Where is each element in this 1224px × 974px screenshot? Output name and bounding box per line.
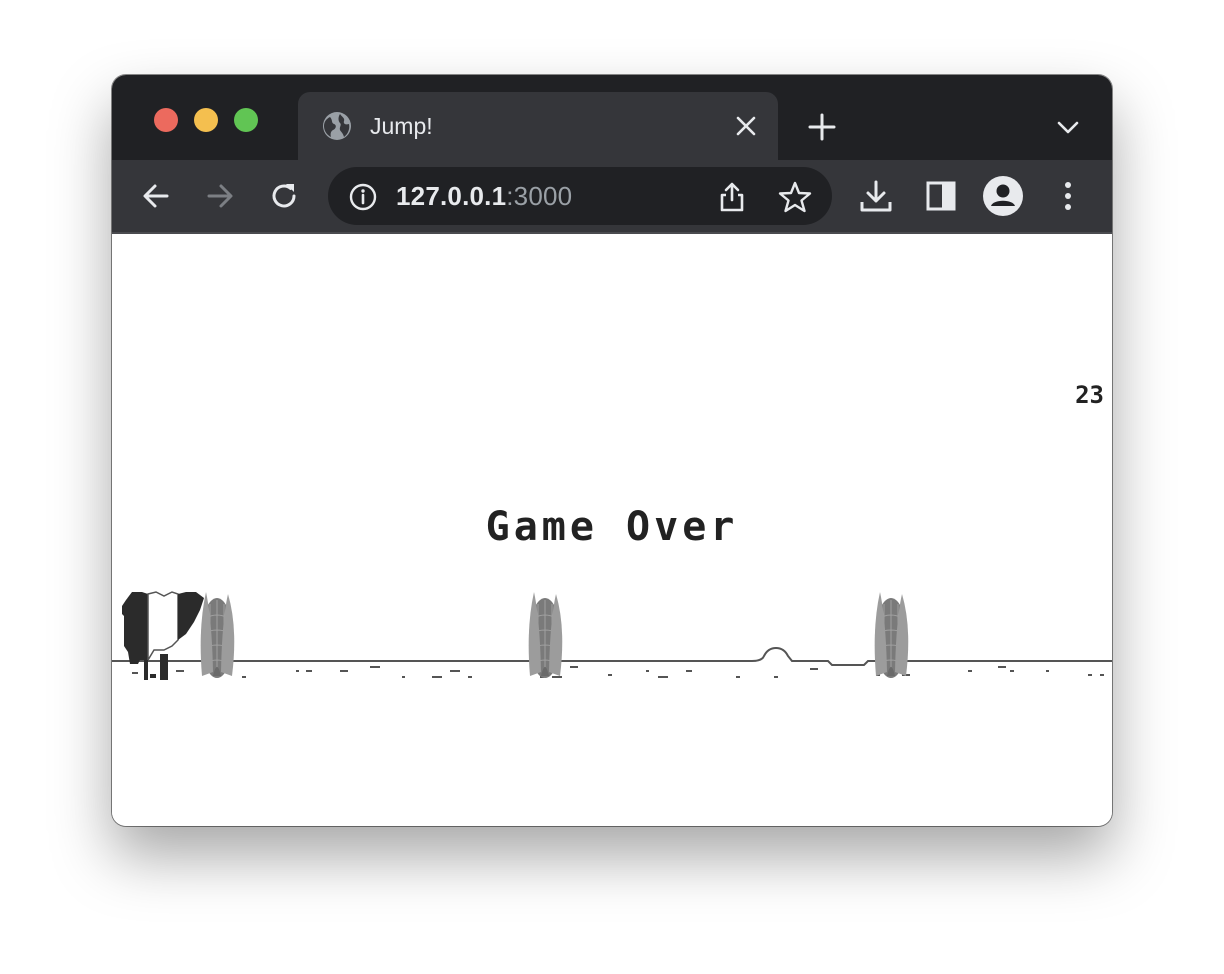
side-panel-icon[interactable]: [924, 179, 958, 213]
url-text[interactable]: 127.0.0.1:3000: [396, 181, 572, 211]
ground-track: [112, 646, 1112, 678]
bookmark-star-icon[interactable]: [778, 180, 812, 214]
browser-toolbar: 127.0.0.1:3000: [112, 160, 1112, 234]
game-over-message: Game Over: [485, 504, 739, 550]
tab-title: Jump!: [370, 113, 433, 139]
new-tab-icon[interactable]: [806, 111, 838, 143]
corn-obstacle-2: [528, 592, 563, 678]
zoom-window-button[interactable]: [234, 108, 258, 132]
corn-obstacle-3: [874, 592, 909, 678]
url-port: :3000: [506, 181, 573, 211]
tab-jump[interactable]: Jump!: [298, 92, 778, 160]
minimize-window-button[interactable]: [194, 108, 218, 132]
tab-search-chevron-icon[interactable]: [1054, 113, 1082, 141]
browser-window: Jump! 127.0.0.1:3000 23 Game Over: [112, 75, 1112, 826]
reload-icon[interactable]: [267, 179, 301, 213]
share-icon[interactable]: [716, 180, 748, 214]
score-counter: 23: [1075, 381, 1104, 409]
forward-arrow-icon[interactable]: [203, 179, 237, 213]
profile-avatar-icon[interactable]: [982, 175, 1024, 217]
url-host: 127.0.0.1: [396, 181, 507, 211]
address-bar[interactable]: 127.0.0.1:3000: [328, 167, 832, 225]
globe-icon: [323, 112, 351, 140]
close-tab-icon[interactable]: [734, 114, 758, 138]
tab-strip: Jump!: [112, 75, 1112, 160]
corn-obstacle-1: [200, 592, 235, 678]
info-icon[interactable]: [348, 182, 378, 212]
more-menu-icon[interactable]: [1051, 179, 1085, 213]
download-icon[interactable]: [858, 178, 894, 214]
game-canvas[interactable]: 23 Game Over: [112, 234, 1112, 826]
back-arrow-icon[interactable]: [139, 179, 173, 213]
close-window-button[interactable]: [154, 108, 178, 132]
